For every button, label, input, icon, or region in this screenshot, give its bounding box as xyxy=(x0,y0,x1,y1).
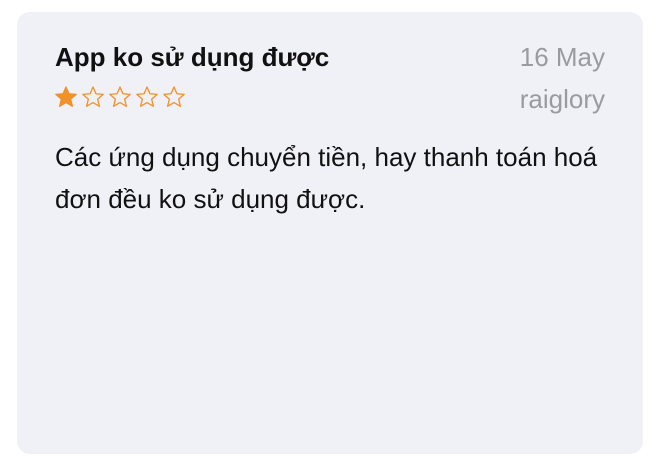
star-empty-icon xyxy=(136,86,158,107)
review-body: Các ứng dụng chuyển tiền, hay thanh toán… xyxy=(55,142,598,214)
review-card[interactable]: App ko sử dụng được 16 May raiglory Các … xyxy=(17,12,643,454)
review-author: raiglory xyxy=(519,84,605,114)
star-filled-icon xyxy=(55,86,77,107)
review-date: 16 May xyxy=(519,42,605,72)
star-empty-icon xyxy=(163,86,185,107)
star-rating xyxy=(53,84,187,110)
review-title: App ko sử dụng được xyxy=(55,42,330,72)
star-empty-icon xyxy=(109,86,131,107)
star-empty-icon xyxy=(82,86,104,107)
